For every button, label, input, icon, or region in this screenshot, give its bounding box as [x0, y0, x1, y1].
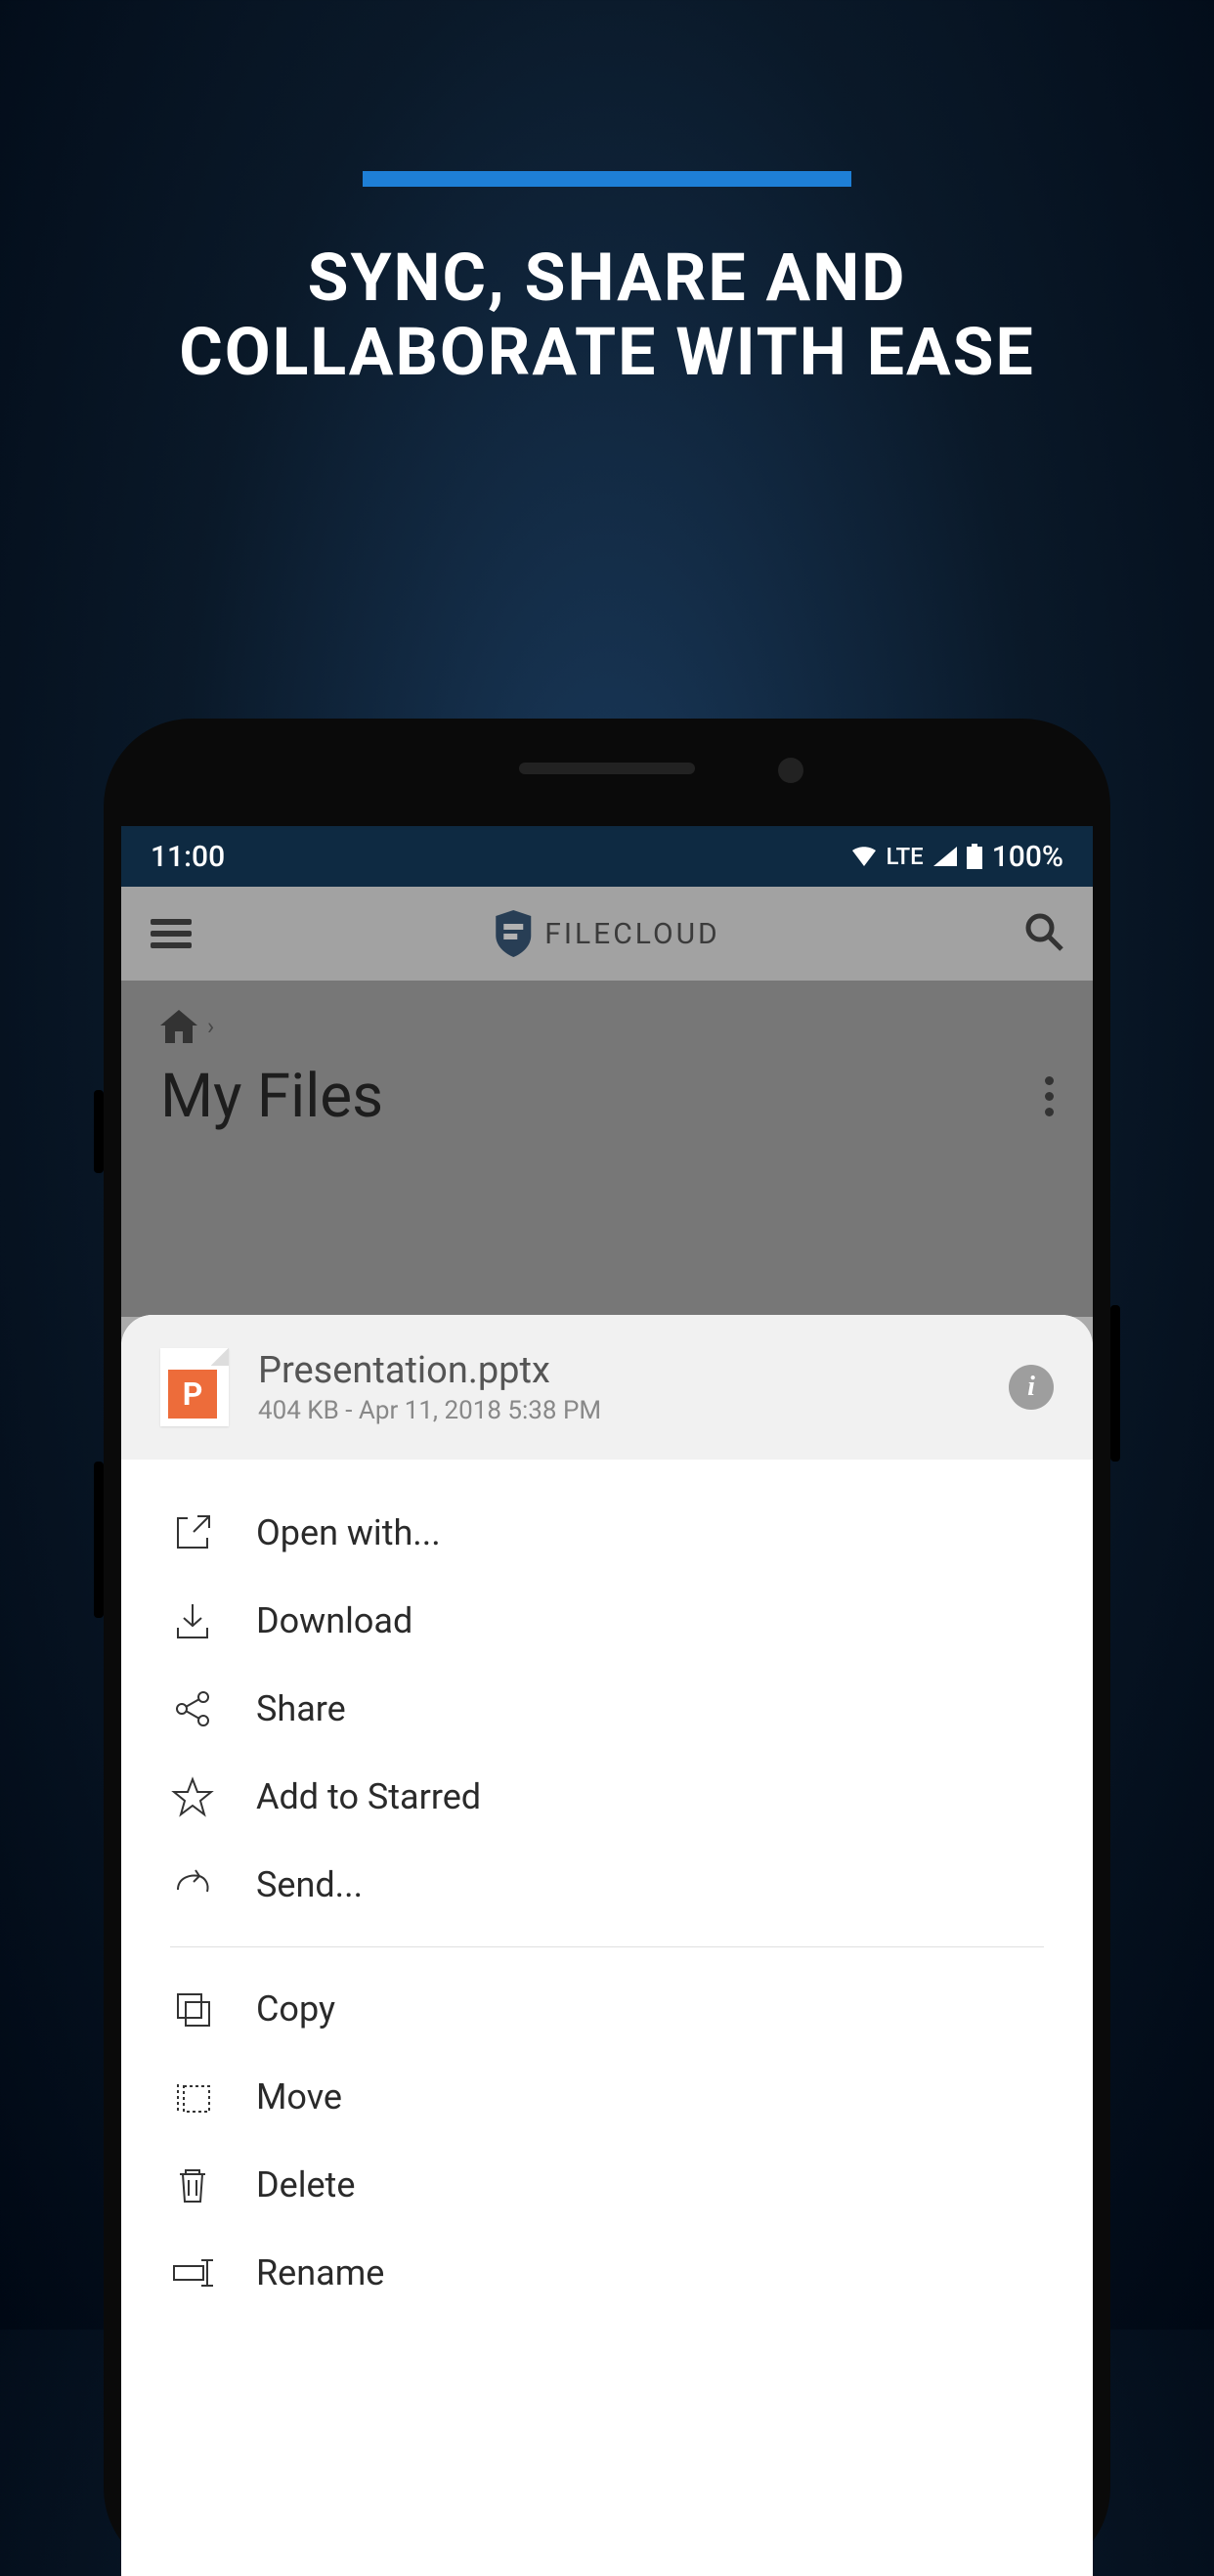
page-title: My Files [160, 1061, 383, 1132]
promo-title-line2: COLLABORATE WITH EASE [179, 313, 1035, 391]
download-icon [170, 1598, 215, 1643]
action-label: Copy [256, 1988, 335, 2030]
chevron-right-icon: › [207, 1013, 214, 1040]
action-list: Open with... Download Share [121, 1460, 1093, 2317]
send-icon [170, 1862, 215, 1907]
promo-accent-bar [363, 171, 851, 187]
phone-side-button [1110, 1305, 1120, 1462]
share-icon [170, 1686, 215, 1731]
action-label: Add to Starred [256, 1776, 481, 1817]
breadcrumb[interactable]: › [160, 1010, 1054, 1043]
action-copy[interactable]: Copy [170, 1965, 1044, 2053]
action-label: Delete [256, 2164, 355, 2205]
file-meta: 404 KB - Apr 11, 2018 5:38 PM [258, 1396, 979, 1425]
action-add-starred[interactable]: Add to Starred [170, 1753, 1044, 1841]
promo-title-line1: SYNC, SHARE AND [308, 239, 907, 317]
action-share[interactable]: Share [170, 1665, 1044, 1753]
star-icon [170, 1774, 215, 1819]
phone-screen: 11:00 LTE 100% FILECLOUD [121, 826, 1093, 2576]
file-action-sheet: P Presentation.pptx 404 KB - Apr 11, 201… [121, 1315, 1093, 2576]
filecloud-logo-icon [494, 910, 533, 957]
action-label: Rename [256, 2252, 384, 2293]
action-rename[interactable]: Rename [170, 2229, 1044, 2317]
breadcrumb-section: › My Files [121, 981, 1093, 1152]
status-time: 11:00 [151, 840, 225, 874]
more-options-button[interactable] [1044, 1076, 1054, 1116]
search-button[interactable] [1024, 912, 1063, 955]
action-divider [170, 1946, 1044, 1947]
action-label: Open with... [256, 1512, 441, 1553]
rename-icon [170, 2250, 215, 2295]
promo-title: SYNC, SHARE AND COLLABORATE WITH EASE [0, 240, 1214, 389]
file-info-button[interactable]: i [1009, 1365, 1054, 1410]
app-header: FILECLOUD [121, 887, 1093, 981]
action-label: Move [256, 2076, 342, 2118]
trash-icon [170, 2162, 215, 2207]
copy-icon [170, 1987, 215, 2031]
home-icon [160, 1010, 197, 1043]
status-network: LTE [887, 843, 924, 870]
app-brand: FILECLOUD [494, 910, 719, 957]
phone-speaker [519, 763, 695, 774]
status-bar: 11:00 LTE 100% [121, 826, 1093, 887]
action-delete[interactable]: Delete [170, 2141, 1044, 2229]
action-move[interactable]: Move [170, 2053, 1044, 2141]
sheet-header: P Presentation.pptx 404 KB - Apr 11, 201… [121, 1315, 1093, 1460]
powerpoint-file-icon: P [160, 1348, 229, 1426]
wifi-icon [851, 847, 877, 866]
file-icon-letter: P [168, 1370, 217, 1419]
action-open-with[interactable]: Open with... [170, 1489, 1044, 1577]
phone-camera [778, 758, 803, 783]
file-name: Presentation.pptx [258, 1349, 979, 1392]
status-battery: 100% [992, 840, 1063, 874]
action-download[interactable]: Download [170, 1577, 1044, 1665]
action-label: Share [256, 1688, 346, 1729]
phone-side-button [94, 1090, 104, 1173]
action-send[interactable]: Send... [170, 1841, 1044, 1929]
battery-icon [967, 844, 982, 869]
phone-frame: 11:00 LTE 100% FILECLOUD [104, 719, 1110, 2576]
menu-button[interactable] [151, 919, 192, 948]
phone-side-button [94, 1462, 104, 1618]
move-icon [170, 2074, 215, 2119]
brand-text: FILECLOUD [544, 917, 719, 951]
open-external-icon [170, 1510, 215, 1555]
action-label: Send... [256, 1864, 363, 1905]
signal-icon [933, 847, 957, 866]
action-label: Download [256, 1600, 412, 1641]
